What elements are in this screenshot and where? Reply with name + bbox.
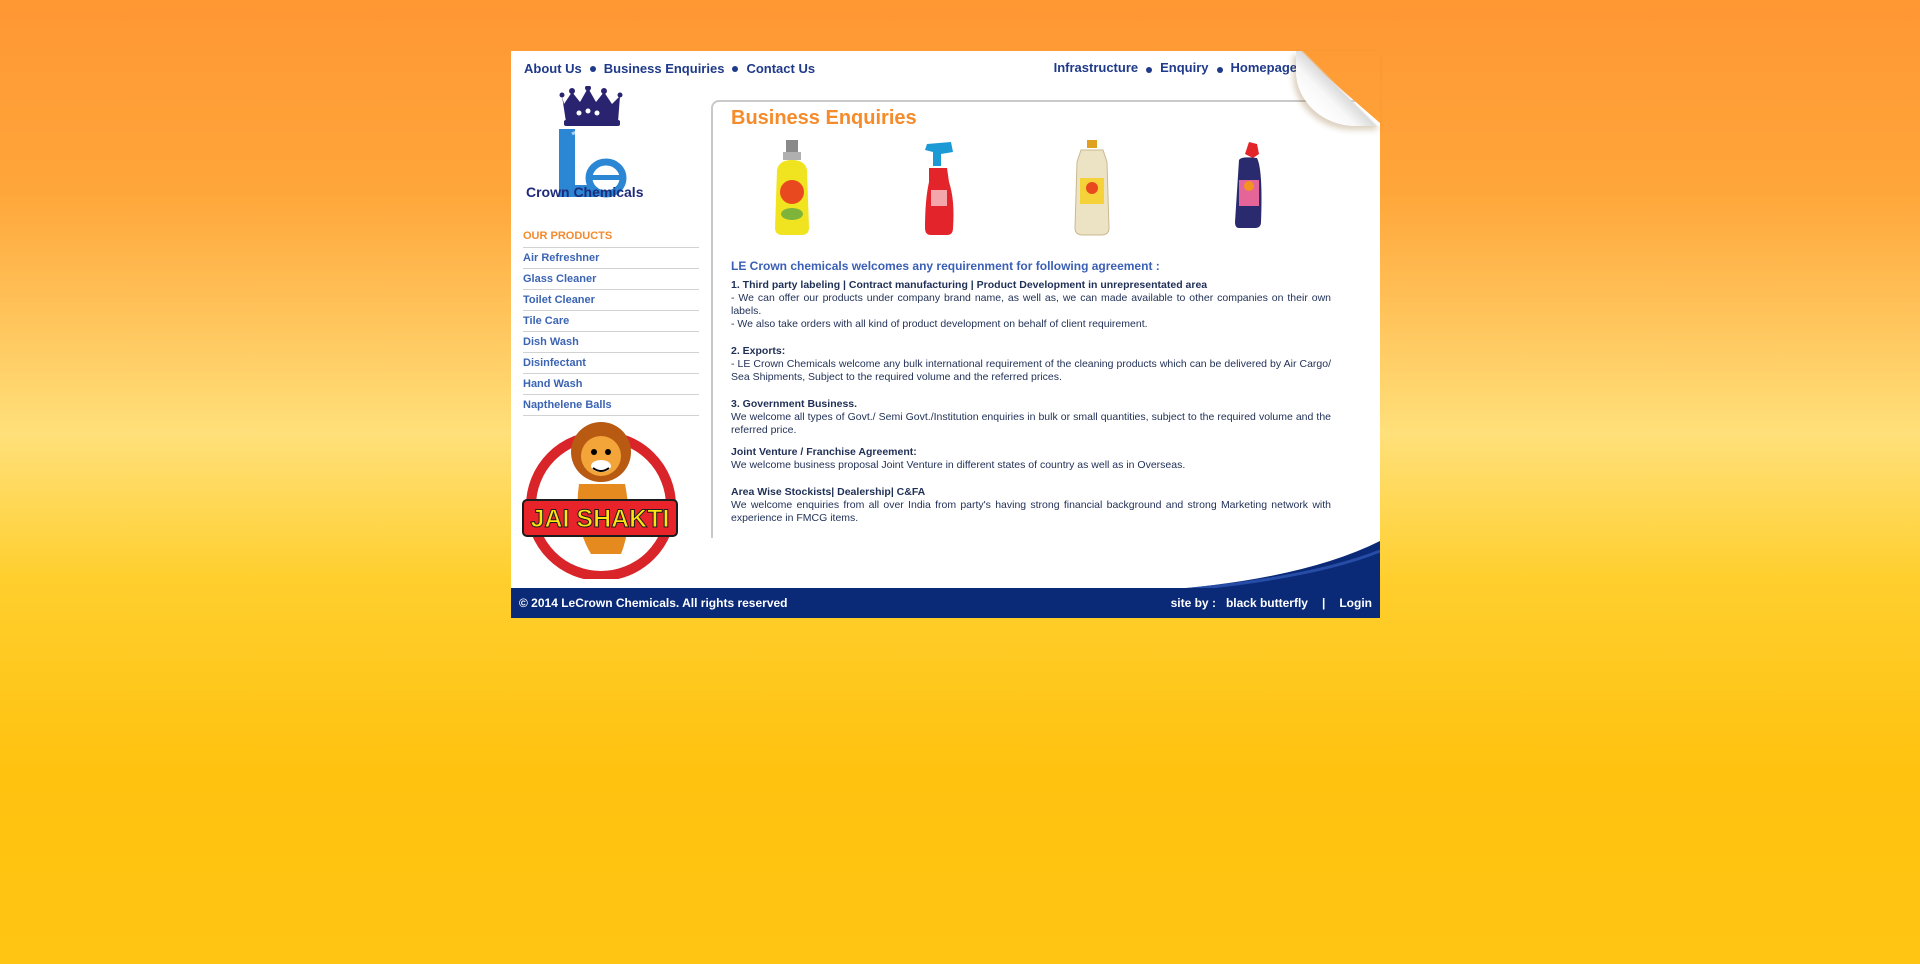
section-stockists: Area Wise Stockists| Dealership| C&FA We… (731, 486, 1331, 525)
footer-right: site by : black butterfly | Login (1171, 596, 1372, 610)
site-by-link[interactable]: black butterfly (1226, 596, 1308, 610)
nav-about-us[interactable]: About Us (524, 61, 582, 76)
section-title: 3. Government Business. (731, 398, 858, 410)
page-container: About Us Business Enquiries Contact Us I… (511, 51, 1380, 618)
bullet-icon (1146, 67, 1153, 73)
section-joint-venture: Joint Venture / Franchise Agreement: We … (731, 446, 1331, 472)
nav-infrastructure[interactable]: Infrastructure (1054, 60, 1139, 75)
section-exports: 2. Exports: - LE Crown Chemicals welcome… (731, 345, 1331, 384)
section-text: We welcome enquiries from all over India… (731, 499, 1331, 524)
product-disinfectant-can[interactable] (1071, 140, 1113, 236)
intro-heading: LE Crown chemicals welcomes any requiren… (731, 259, 1160, 273)
sidebar-item-tile-care[interactable]: Tile Care (523, 311, 699, 332)
sidebar-item-disinfectant[interactable]: Disinfectant (523, 353, 699, 374)
section-text: - We also take orders with all kind of p… (731, 318, 1148, 330)
bullet-icon (589, 65, 596, 72)
section-text: We welcome all types of Govt./ Semi Govt… (731, 411, 1331, 436)
section-text: - We can offer our products under compan… (731, 292, 1331, 317)
footer-separator: | (1321, 596, 1326, 610)
product-images (731, 140, 1331, 240)
section-title: Area Wise Stockists| Dealership| C&FA (731, 486, 926, 498)
footer-swoosh (1150, 541, 1380, 591)
login-link[interactable]: Login (1339, 596, 1372, 610)
sidebar-item-dish-wash[interactable]: Dish Wash (523, 332, 699, 353)
section-government: 3. Government Business. We welcome all t… (731, 398, 1331, 437)
sidebar-item-glass-cleaner[interactable]: Glass Cleaner (523, 269, 699, 290)
section-title: Joint Venture / Franchise Agreement: (731, 446, 917, 458)
sidebar-item-napthelene-balls[interactable]: Napthelene Balls (523, 395, 699, 416)
products-heading: OUR PRODUCTS (523, 227, 699, 248)
sidebar-item-air-refreshner[interactable]: Air Refreshner (523, 248, 699, 269)
nav-homepage[interactable]: Homepage (1231, 60, 1297, 75)
site-by-label: site by : (1170, 596, 1216, 610)
bullet-icon (732, 65, 739, 72)
section-text: - LE Crown Chemicals welcome any bulk in… (731, 358, 1331, 383)
top-nav-left: About Us Business Enquiries Contact Us (524, 61, 815, 76)
sidebar-item-toilet-cleaner[interactable]: Toilet Cleaner (523, 290, 699, 311)
jai-shakti-badge: JAI SHAKTI (522, 422, 678, 579)
nav-contact-us[interactable]: Contact Us (746, 61, 815, 76)
bullet-icon (1216, 67, 1223, 73)
section-third-party: 1. Third party labeling | Contract manuf… (731, 279, 1331, 331)
product-glass-cleaner-spray[interactable] (921, 140, 959, 236)
product-toilet-cleaner-bottle[interactable] (1231, 140, 1267, 230)
product-dishwash-bottle[interactable] (771, 140, 813, 236)
nav-enquiry[interactable]: Enquiry (1160, 60, 1208, 75)
logo-text: Crown Chemicals (526, 184, 644, 200)
copyright-text: © 2014 LeCrown Chemicals. All rights res… (519, 596, 788, 610)
badge-text: JAI SHAKTI (531, 505, 670, 533)
products-sidebar: OUR PRODUCTS Air Refreshner Glass Cleane… (523, 227, 699, 416)
section-title: 2. Exports: (731, 345, 786, 357)
main-content: Business Enquiries LE Crown chemicals we… (731, 107, 1331, 534)
section-title: 1. Third party labeling | Contract manuf… (731, 279, 1208, 291)
page-title: Business Enquiries (731, 107, 917, 129)
top-nav-right: Infrastructure Enquiry Homepage (1054, 60, 1297, 75)
nav-business-enquiries[interactable]: Business Enquiries (604, 61, 725, 76)
footer: © 2014 LeCrown Chemicals. All rights res… (511, 588, 1380, 618)
section-text: We welcome business proposal Joint Ventu… (731, 459, 1186, 471)
sidebar-item-hand-wash[interactable]: Hand Wash (523, 374, 699, 395)
